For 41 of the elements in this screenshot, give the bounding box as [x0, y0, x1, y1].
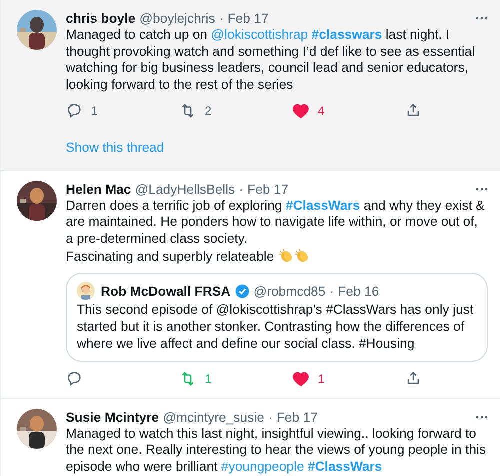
retweet-count: 2: [205, 102, 212, 120]
more-icon[interactable]: [476, 416, 488, 419]
separator-dot: ·: [330, 282, 334, 300]
tweet-date[interactable]: Feb 17: [276, 408, 318, 426]
hashtag-link[interactable]: #ClassWars: [308, 458, 382, 474]
author-name[interactable]: Susie Mcintyre: [66, 408, 160, 426]
more-icon[interactable]: [476, 17, 488, 20]
quoted-tweet-card[interactable]: [66, 273, 488, 362]
clapping-hands-icon: [278, 248, 294, 264]
tweet-card[interactable]: [1, 0, 500, 171]
tweet-text: Darren does a terrific job of exploring #ClassWars and why they exist & are maintained. He ponders how to navigate life within, or move out of, a pre-determined class society. Fascinating and superbly relateable: [66, 198, 486, 266]
retweet-count: 1: [205, 370, 212, 388]
clapping-hands-icon: [294, 248, 310, 264]
heart-icon[interactable]: [292, 370, 310, 388]
tweet-card[interactable]: [1, 170, 500, 399]
tweet-date[interactable]: Feb 17: [248, 180, 289, 198]
reply-icon[interactable]: [66, 102, 83, 120]
tweet-date: Feb 16: [338, 282, 380, 300]
author-handle: @robmcd85: [254, 282, 326, 300]
reply-icon[interactable]: [66, 370, 83, 388]
author-name[interactable]: chris boyle: [66, 10, 136, 27]
heart-icon[interactable]: [292, 102, 310, 120]
author-handle: @mcintyre_susie: [163, 408, 264, 426]
tweet-card[interactable]: [1, 398, 500, 476]
quoted-tweet-text: This second episode of @lokiscottishrap's #ClassWars has only just started but it is another stonker. Contrasting how the differences of where we live affect and define our social class. #Housing: [77, 302, 475, 353]
author-name[interactable]: Helen Mac: [66, 180, 132, 198]
tweet-date[interactable]: Feb 17: [228, 10, 269, 27]
author-handle: @LadyHellsBells: [135, 180, 236, 198]
more-icon[interactable]: [476, 188, 488, 191]
like-count: 1: [318, 370, 325, 388]
separator-dot: ·: [239, 180, 244, 198]
tweet-text: Managed to catch up on @lokiscottishrap #classwars last night. I thought provoking watch and something I’d def like to see as essential watching for big business leaders, council lead and senior educators, looking forward to the rest of the series: [66, 27, 476, 94]
author-name[interactable]: Rob McDowall FRSA: [101, 282, 231, 300]
separator-dot: ·: [219, 10, 224, 27]
like-count: 4: [318, 102, 325, 120]
reply-count: 1: [91, 102, 98, 120]
hashtag-link[interactable]: #youngpeople: [221, 458, 304, 474]
separator-dot: ·: [268, 408, 273, 426]
tweet-text: Managed to watch this last night, insightful viewing.. looking forward to the next one. Really interesting to hear the views of young people in this episode who were brilliant #youngpeople #ClassWars: [66, 426, 488, 476]
hashtag-link[interactable]: #ClassWars: [286, 198, 360, 213]
author-handle: @boylejchris: [140, 10, 216, 27]
